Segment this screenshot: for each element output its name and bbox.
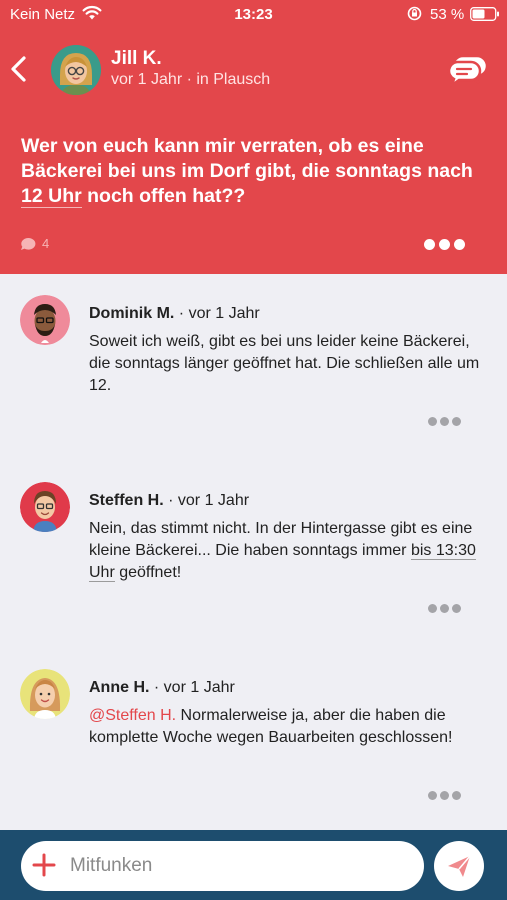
comment-head: Steffen H. · vor 1 Jahr (89, 492, 249, 510)
commenter-avatar[interactable] (20, 482, 70, 532)
dot (454, 238, 465, 250)
send-button[interactable] (434, 841, 484, 891)
comment-text-part: geöffnet! (114, 564, 182, 581)
battery-percent: 53 % (430, 6, 465, 23)
comment-count[interactable]: 4 (20, 236, 49, 251)
dot (452, 603, 461, 613)
mention-link[interactable]: @Steffen H. (89, 707, 176, 724)
send-plane-icon (448, 855, 471, 877)
commenter-avatar-icon (20, 295, 70, 345)
dot (452, 416, 461, 426)
composer-placeholder: Mitfunken (70, 855, 153, 876)
comment-author[interactable]: Anne H. (89, 679, 149, 696)
comment-time: · vor 1 Jahr (168, 492, 250, 509)
post-time-link[interactable]: 12 Uhr (21, 185, 82, 208)
battery-icon (470, 7, 499, 21)
dot (428, 603, 437, 613)
status-bar: Kein Netz 13:23 53 % (0, 0, 507, 30)
post-text-part: noch offen hat?? (81, 185, 246, 207)
rotation-lock-icon (407, 6, 422, 21)
post-text-part: Wer von euch kann mir verraten, ob es ei… (21, 135, 473, 182)
comment-count-value: 4 (42, 236, 50, 251)
comment-author[interactable]: Steffen H. (89, 492, 164, 509)
chat-bubbles-icon[interactable] (445, 52, 487, 88)
plus-icon[interactable] (32, 853, 56, 877)
back-chevron-icon[interactable] (6, 50, 34, 88)
comment-more-icon[interactable] (428, 789, 462, 801)
comment-more-icon[interactable] (428, 602, 462, 614)
commenter-avatar-icon (20, 482, 70, 532)
dot (428, 416, 437, 426)
dot (452, 790, 461, 800)
comment-author[interactable]: Dominik M. (89, 305, 174, 322)
commenter-avatar-icon (20, 669, 70, 719)
dot (440, 790, 449, 800)
dot (440, 416, 449, 426)
author-avatar-icon (51, 45, 101, 95)
post-meta: vor 1 Jahr · in Plausch (111, 71, 271, 88)
dot (439, 238, 450, 250)
dot (440, 603, 449, 613)
post-author[interactable]: Jill K. (111, 48, 162, 70)
comment-bubble-icon (21, 237, 36, 250)
commenter-avatar[interactable] (20, 669, 70, 719)
comment-head: Dominik M. · vor 1 Jahr (89, 305, 260, 323)
comment-text: @Steffen H. Normalerweise ja, aber die h… (89, 705, 489, 749)
post-text: Wer von euch kann mir verraten, ob es ei… (21, 134, 486, 209)
comment-time: · vor 1 Jahr (178, 305, 260, 322)
comment-head: Anne H. · vor 1 Jahr (89, 679, 235, 697)
dot (428, 790, 437, 800)
post-more-icon[interactable] (424, 236, 468, 252)
dot (424, 238, 435, 250)
comment-text: Nein, das stimmt nicht. In der Hintergas… (89, 518, 489, 584)
comment-text: Soweit ich weiß, gibt es bei uns leider … (89, 333, 480, 394)
commenter-avatar[interactable] (20, 295, 70, 345)
comment-more-icon[interactable] (428, 415, 462, 427)
post-header: Kein Netz 13:23 53 % Jill K. vor 1 Jahr … (0, 0, 507, 274)
author-avatar[interactable] (51, 45, 101, 95)
comment-time: · vor 1 Jahr (153, 679, 235, 696)
